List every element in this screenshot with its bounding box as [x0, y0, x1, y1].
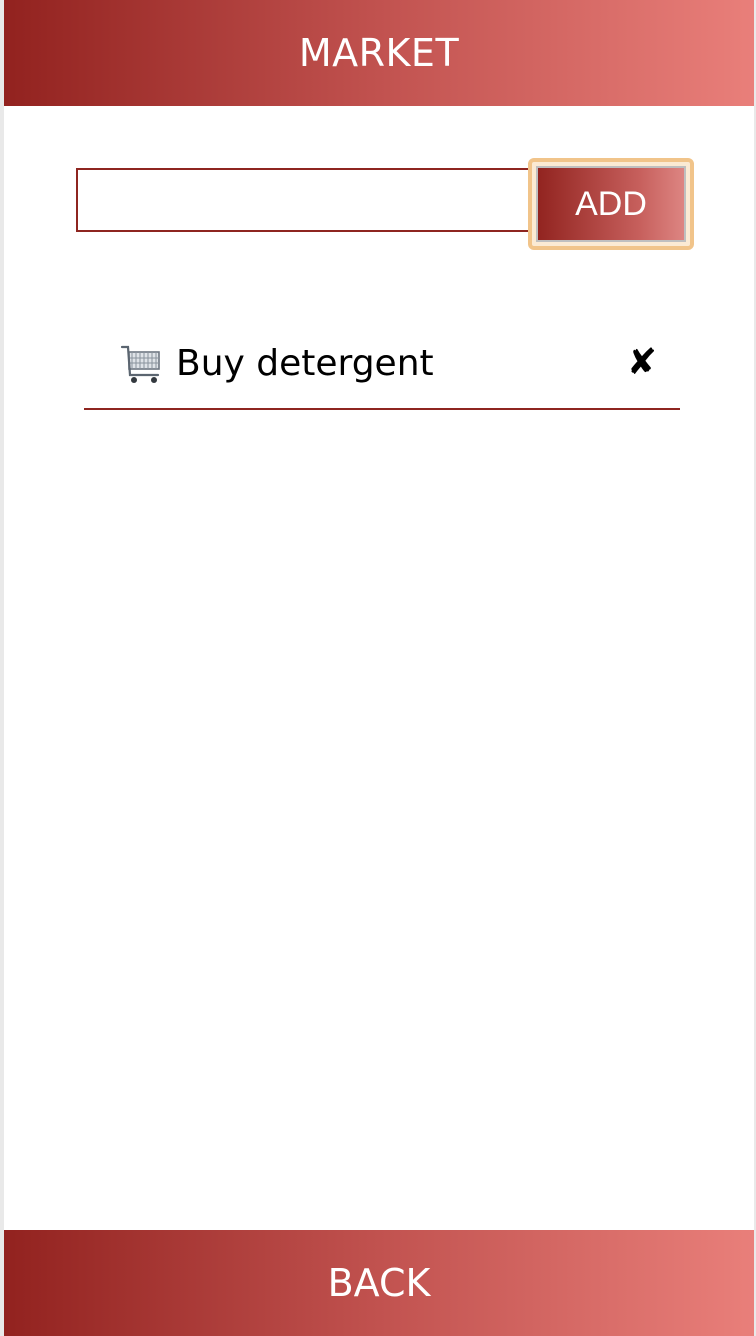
header-bar: MARKET [4, 0, 754, 106]
page-title: MARKET [298, 31, 460, 75]
shopping-cart-icon [120, 345, 160, 383]
app-screen: MARKET ADD Buy detergent ✘ BACK [4, 0, 754, 1336]
add-button-label: ADD [575, 184, 647, 223]
back-button[interactable]: BACK [4, 1230, 754, 1336]
task-list: Buy detergent ✘ [84, 320, 680, 410]
add-button[interactable]: ADD [528, 158, 694, 250]
list-item: Buy detergent ✘ [84, 320, 680, 410]
list-item-label: Buy detergent [176, 343, 434, 384]
add-button-face[interactable]: ADD [536, 166, 686, 242]
add-task-form: ADD [76, 158, 696, 250]
close-icon[interactable]: ✘ [624, 340, 660, 386]
back-button-label: BACK [327, 1261, 431, 1305]
task-input[interactable] [76, 168, 534, 232]
